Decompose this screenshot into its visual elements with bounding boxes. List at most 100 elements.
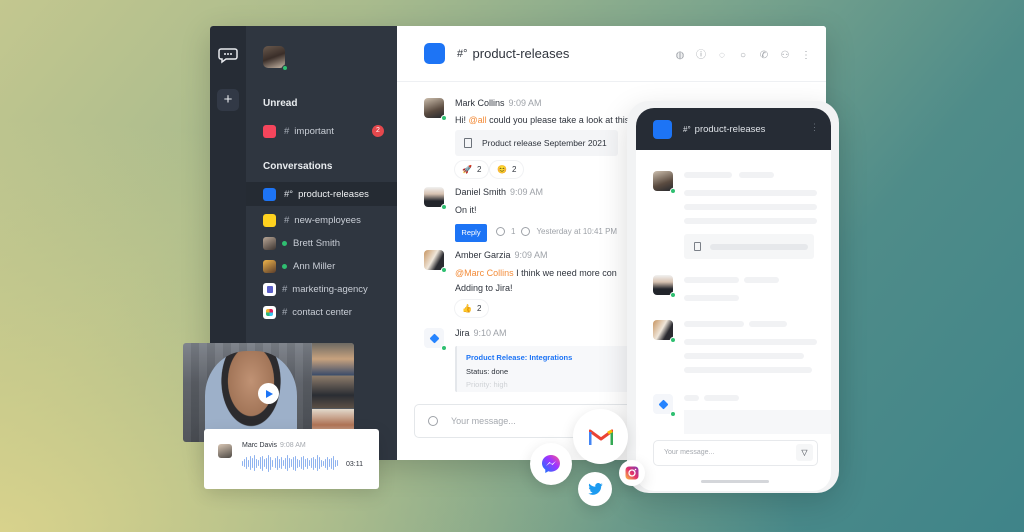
timestamp: 9:10 AM xyxy=(473,328,507,338)
sidebar-item-ann-miller[interactable]: Ann Miller xyxy=(246,254,397,278)
skeleton-line xyxy=(684,172,732,178)
skeleton-line xyxy=(684,395,699,401)
waveform-bar xyxy=(292,456,294,470)
waveform-bar xyxy=(319,457,320,469)
sidebar-item-label: important xyxy=(294,125,334,137)
twitter-integration[interactable] xyxy=(578,472,612,506)
waveform-bar xyxy=(248,459,249,467)
waveform-bar xyxy=(246,457,247,469)
discussion-hash-icon: #° xyxy=(284,188,294,200)
message-text: On it! xyxy=(455,205,477,215)
skeleton-line xyxy=(744,277,779,283)
avatar[interactable] xyxy=(424,98,447,121)
author-name[interactable]: Amber Garzia xyxy=(455,250,511,260)
sidebar-item-new-employees[interactable]: # new-employees xyxy=(246,208,397,232)
attachment-name: Product release September 2021 xyxy=(482,138,607,148)
skeleton-line xyxy=(684,295,739,301)
waveform-bar xyxy=(284,457,286,469)
kebab-icon[interactable]: ⋮ xyxy=(810,122,819,133)
author-name: Marc Davis xyxy=(242,442,278,449)
threads-icon[interactable]: ◌ xyxy=(716,50,728,62)
waveform-bar xyxy=(270,456,272,470)
waveform-bar xyxy=(278,458,280,468)
file-icon xyxy=(694,242,701,251)
emoji-icon[interactable] xyxy=(428,416,438,426)
author-name[interactable]: Jira xyxy=(455,328,470,338)
message-text: Adding to Jira! xyxy=(455,283,513,293)
online-status-dot xyxy=(282,65,288,71)
waveform-bar xyxy=(321,459,322,467)
instagram-icon xyxy=(625,466,639,480)
composer-placeholder: Your message... xyxy=(451,416,516,426)
video-call-preview xyxy=(183,343,354,442)
sidebar-item-label: product-releases xyxy=(298,188,369,200)
video-participant-tile xyxy=(312,376,354,408)
info-icon[interactable]: ⓘ xyxy=(695,50,707,62)
avatar[interactable] xyxy=(424,187,447,210)
waveform-bar xyxy=(327,456,329,470)
messenger-integration[interactable] xyxy=(530,443,572,485)
avatar[interactable] xyxy=(424,250,447,273)
mention[interactable]: @Marc Collins xyxy=(455,268,514,278)
reaction-rocket[interactable]: 🚀 2 xyxy=(455,161,489,178)
reply-button[interactable]: Reply xyxy=(455,224,487,242)
sidebar-item-brett-smith[interactable]: Brett Smith xyxy=(246,231,397,255)
globe-icon[interactable]: ◍ xyxy=(674,50,686,62)
instagram-integration[interactable] xyxy=(619,460,645,486)
timestamp: 9:09 AM xyxy=(508,98,542,108)
waveform-bar xyxy=(298,459,300,467)
members-icon[interactable]: ⚇ xyxy=(779,50,791,62)
mobile-message-composer[interactable]: Your message... ▽ xyxy=(653,440,818,466)
skeleton-line xyxy=(684,339,817,345)
sidebar-item-label: contact center xyxy=(292,306,352,318)
file-attachment[interactable]: Product release September 2021 xyxy=(455,130,618,156)
add-workspace-button[interactable]: + xyxy=(217,89,239,111)
thread-meta[interactable]: 1 Yesterday at 10:41 PM xyxy=(496,227,617,236)
message-header: Jira 9:10 AM xyxy=(455,328,507,338)
send-icon[interactable]: ▽ xyxy=(796,444,813,461)
audio-duration: 03:11 xyxy=(346,461,363,468)
voice-message-card: Marc Davis 9:08 AM 03:11 xyxy=(204,429,379,489)
mobile-app-mockup: #° product-releases ⋮ Your message... ▽ xyxy=(627,101,839,493)
mobile-channel-title: product-releases xyxy=(694,123,766,135)
skeleton-line xyxy=(749,321,787,327)
gmail-integration[interactable] xyxy=(573,409,628,464)
message-header: Amber Garzia 9:09 AM xyxy=(455,250,548,260)
kebab-icon[interactable]: ⋮ xyxy=(800,50,812,62)
reaction-thumbs-up[interactable]: 👍 2 xyxy=(455,300,489,317)
message-header: Marc Davis 9:08 AM xyxy=(242,442,306,449)
discussion-hash-icon: #° xyxy=(683,124,691,134)
waveform-bar xyxy=(323,460,324,466)
online-status-dot xyxy=(282,240,287,246)
call-icon[interactable]: ✆ xyxy=(758,50,770,62)
skeleton-line xyxy=(710,244,808,250)
user-avatar[interactable] xyxy=(263,46,288,71)
sidebar-item-marketing-agency[interactable]: # marketing-agency xyxy=(246,277,397,301)
author-name[interactable]: Mark Collins xyxy=(455,98,505,108)
channel-title: product-releases xyxy=(472,46,570,61)
author-name[interactable]: Daniel Smith xyxy=(455,187,506,197)
mention[interactable]: @all xyxy=(469,115,487,125)
teams-icon xyxy=(263,282,276,296)
waveform-bar xyxy=(272,459,274,467)
avatar xyxy=(653,275,676,298)
reaction-smile[interactable]: 😊 2 xyxy=(490,161,524,178)
discussion-icon[interactable]: ○ xyxy=(737,50,749,62)
play-button[interactable] xyxy=(258,383,279,404)
waveform-bar xyxy=(282,460,284,466)
waveform-bar xyxy=(264,459,266,467)
waveform-bar xyxy=(307,457,308,469)
sidebar-item-contact-center[interactable]: # contact center xyxy=(246,300,397,324)
audio-waveform[interactable] xyxy=(242,454,339,472)
waveform-bar xyxy=(329,459,331,467)
message-header: Daniel Smith 9:09 AM xyxy=(455,187,543,197)
chat-logo-icon[interactable] xyxy=(218,46,238,64)
sidebar-item-important[interactable]: # important 2 xyxy=(246,119,397,143)
sidebar-item-product-releases[interactable]: #° product-releases xyxy=(246,182,397,206)
skeleton-line xyxy=(684,190,817,196)
reply-count: 1 xyxy=(511,227,516,236)
online-status-dot xyxy=(670,337,676,343)
jira-avatar[interactable] xyxy=(424,328,447,351)
waveform-bar xyxy=(268,454,270,472)
waveform-bar xyxy=(337,460,339,466)
